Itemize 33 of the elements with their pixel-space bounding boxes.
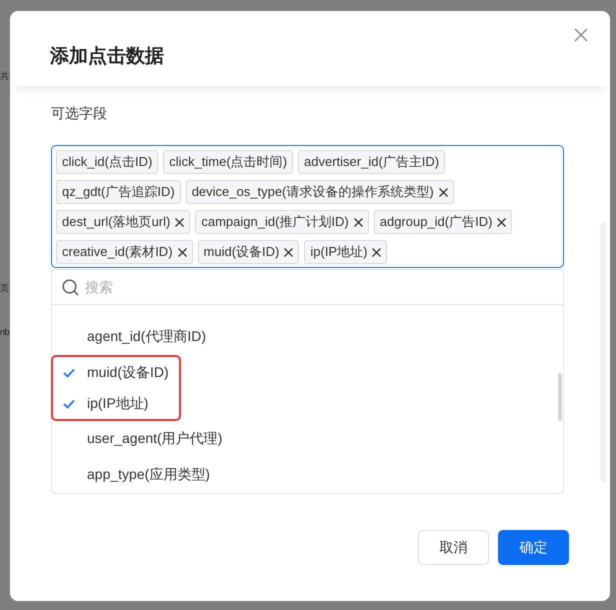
- tag-label: campaign_id(推广计划ID): [201, 213, 349, 231]
- remove-icon[interactable]: [438, 188, 448, 196]
- tag-label: creative_id(素材ID): [62, 243, 173, 261]
- tag-label: ip(IP地址): [310, 243, 368, 261]
- remove-icon[interactable]: [284, 248, 294, 256]
- dropdown-option[interactable]: app_type(应用类型): [52, 457, 563, 493]
- tag-label: click_id(点击ID): [62, 153, 152, 171]
- dropdown-option[interactable]: user_agent(用户代理): [52, 421, 563, 457]
- remove-icon[interactable]: [372, 248, 382, 256]
- background-text: nb: [0, 326, 10, 339]
- dialog-title: 添加点击数据: [50, 44, 164, 68]
- search-icon: [62, 278, 79, 296]
- confirm-button[interactable]: 确定: [498, 530, 569, 565]
- field-label: 可选字段: [51, 105, 108, 123]
- background-text: 页: [0, 282, 10, 295]
- remove-icon[interactable]: [497, 218, 506, 226]
- multi-select-field[interactable]: click_id(点击ID) click_time(点击时间) advertiser_id(广告主ID) qz_gdt(广告追踪ID) device_os_type(请求设备的操作系统类型) dest_url(落地页url) campaign_id(推广计划ID) adgroup_id(广告ID) creative_id(素材ID) muid(设备ID) ip(IP地址): [51, 145, 564, 268]
- remove-icon[interactable]: [178, 248, 187, 256]
- tag-label: muid(设备ID): [204, 243, 280, 261]
- tag-label: dest_url(落地页url): [62, 213, 170, 231]
- tag-label: click_time(点击时间): [169, 153, 288, 171]
- dropdown-option[interactable]: ip(IP地址): [53, 388, 179, 419]
- dropdown-option[interactable]: muid(设备ID): [53, 357, 179, 388]
- background-text: 共: [0, 70, 10, 83]
- tag-label: device_os_type(请求设备的操作系统类型): [192, 183, 434, 201]
- remove-icon[interactable]: [175, 218, 184, 226]
- remove-icon[interactable]: [354, 218, 363, 226]
- close-icon[interactable]: [574, 28, 588, 42]
- tag-label: adgroup_id(广告ID): [380, 213, 492, 231]
- dropdown-option[interactable]: agent_id(代理商ID): [52, 319, 563, 355]
- tag-label: qz_gdt(广告追踪ID): [62, 183, 175, 201]
- cancel-button[interactable]: 取消: [418, 530, 489, 565]
- tag-label: advertiser_id(广告主ID): [304, 153, 440, 171]
